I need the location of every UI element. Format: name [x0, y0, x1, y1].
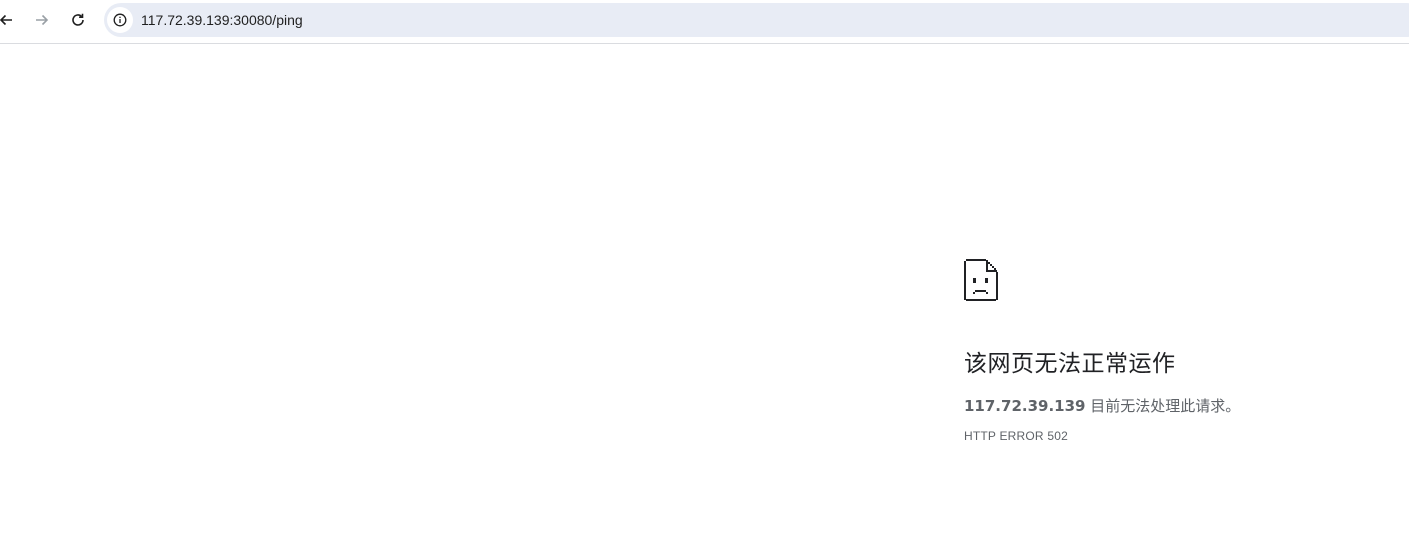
sad-page-icon [964, 259, 998, 302]
error-message-text: 目前无法处理此请求。 [1085, 397, 1241, 415]
forward-button[interactable] [29, 7, 55, 33]
reload-icon [72, 13, 84, 26]
arrow-right-icon [36, 14, 49, 26]
error-title: 该网页无法正常运作 [964, 351, 1176, 377]
browser-toolbar: 117.72.39.139:30080/ping [0, 0, 1409, 44]
error-content: 该网页无法正常运作 117.72.39.139 目前无法处理此请求。 HTTP … [964, 259, 1394, 443]
back-button[interactable] [0, 7, 19, 33]
url-text[interactable]: 117.72.39.139:30080/ping [141, 12, 303, 28]
reload-button[interactable] [65, 7, 91, 33]
arrow-left-icon [0, 14, 12, 26]
info-icon [113, 13, 127, 27]
site-info-button[interactable] [107, 7, 133, 33]
address-bar[interactable]: 117.72.39.139:30080/ping [104, 3, 1409, 37]
error-host: 117.72.39.139 [964, 397, 1086, 415]
error-message: 117.72.39.139 目前无法处理此请求。 [964, 395, 1394, 417]
error-code: HTTP ERROR 502 [964, 429, 1068, 443]
